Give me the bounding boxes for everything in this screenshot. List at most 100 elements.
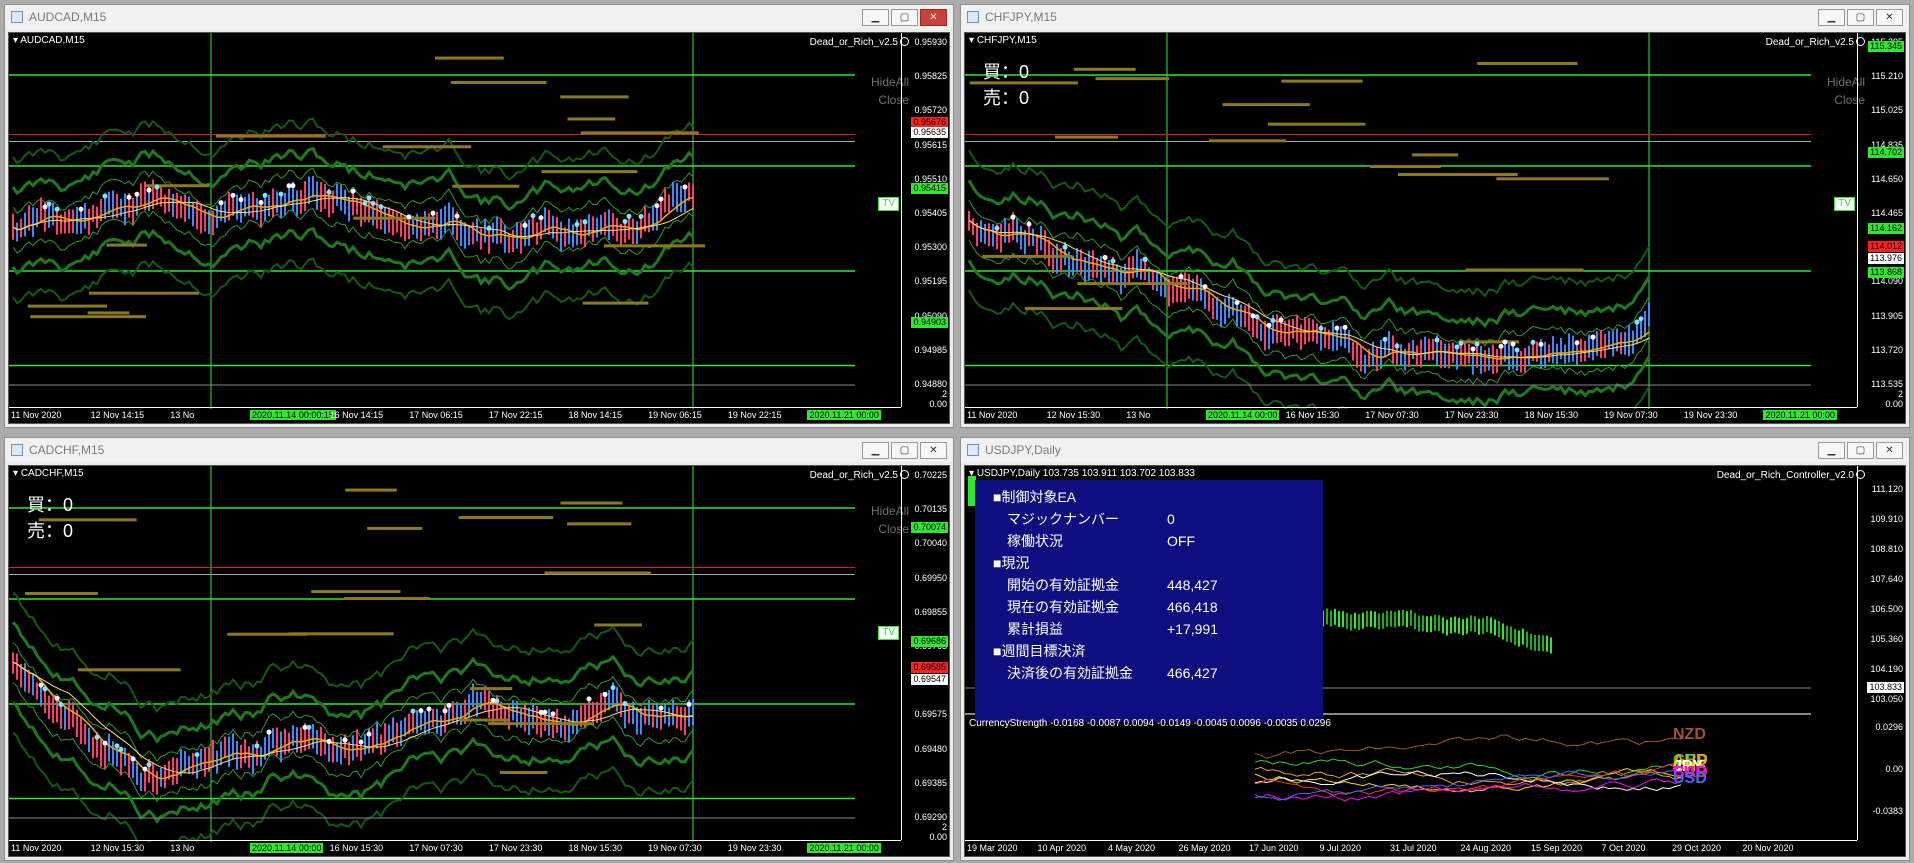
time-tick: 17 Nov 06:15 (409, 410, 463, 420)
window-audcad: AUDCAD,M15 ▁ ▢ ✕ ▾ AUDCAD,M15 Dead_or_Ri… (4, 4, 954, 428)
price-tick: 113.905 (1871, 310, 1903, 321)
trade-marker (306, 724, 312, 730)
time-axis: 11 Nov 2020 12 Nov 15:30 13 No 2020.11.14 0… (965, 407, 1857, 423)
price-tick: 0.69575 (914, 709, 947, 720)
time-tick: 11 Nov 2020 (11, 410, 62, 420)
chart-window-icon (967, 11, 979, 23)
trade-marker (1434, 337, 1440, 343)
price-tag: 115.345 (1868, 41, 1904, 52)
bollinger-band (11, 226, 695, 292)
maximize-button[interactable]: ▢ (1847, 441, 1874, 459)
start-equity-row: 開始の有効証拠金 448,427 (993, 574, 1323, 596)
bollinger-band (12, 257, 694, 321)
maximize-button[interactable]: ▢ (891, 441, 918, 459)
trade-marker (1574, 340, 1580, 346)
chart-window-icon (967, 444, 979, 456)
price-tick: 0.95930 (914, 37, 947, 47)
price-axis: 0.702250.701350.700400.699500.698550.697… (901, 466, 949, 842)
time-tick: 7 Oct 2020 (1601, 843, 1646, 853)
title-bar[interactable]: CHFJPY,M15 ▁ ▢ ✕ (961, 5, 1909, 29)
chart-window-icon (11, 444, 23, 456)
trade-marker (1634, 319, 1640, 325)
trade-marker (1110, 258, 1116, 264)
trade-marker (1318, 325, 1324, 331)
minimize-button[interactable]: ▁ (1818, 441, 1845, 459)
close-button[interactable]: ✕ (1876, 8, 1903, 26)
trade-marker (38, 682, 44, 688)
tv-button[interactable]: TV (878, 626, 899, 640)
resistance-bar (544, 571, 651, 575)
trade-marker (1250, 313, 1256, 319)
close-button[interactable]: ✕ (920, 441, 947, 459)
chart-symbol-text: CADCHF,M15 (20, 468, 84, 479)
maximize-button[interactable]: ▢ (891, 8, 918, 26)
time-tick: 19 Nov 07:30 (1604, 410, 1658, 420)
price-tick: 0.69950 (914, 572, 947, 583)
price-tick: 0.94985 (914, 344, 947, 355)
tv-button[interactable]: TV (1834, 197, 1855, 211)
trade-marker (626, 213, 632, 219)
currency-strength-line (1254, 734, 1682, 759)
chart-symbol-text: CHFJPY,M15 (976, 35, 1037, 46)
time-tick: 12 Nov 15:30 (90, 843, 145, 853)
time-tick: 17 Nov 07:30 (1365, 410, 1419, 420)
close-button[interactable]: ✕ (1876, 441, 1903, 459)
resistance-bar (106, 243, 147, 247)
chart-window-icon (11, 11, 23, 23)
price-tag: 113.976 (1868, 253, 1904, 264)
resistance-bar (1208, 139, 1287, 143)
time-tick: 9 Jul 2020 (1319, 843, 1362, 853)
chart-area[interactable]: ▾ USDJPY,Daily 103.735 103.911 103.702 1… (964, 465, 1906, 857)
chart-area[interactable]: ▾ AUDCAD,M15 Dead_or_Rich_v2.5 HideAll C… (8, 32, 950, 424)
time-tick: 29 Oct 2020 (1672, 843, 1722, 853)
price-tag: 103.833 (1867, 682, 1904, 693)
minimize-button[interactable]: ▁ (862, 441, 889, 459)
after-equity-label: 決済後の有効証拠金 (1007, 665, 1133, 681)
resistance-bar (1095, 77, 1170, 81)
title-bar[interactable]: CADCHF,M15 ▁ ▢ ✕ (5, 438, 953, 462)
tv-button[interactable]: TV (878, 197, 899, 211)
trade-marker (1590, 334, 1596, 340)
trade-marker (154, 184, 160, 190)
trade-marker (118, 747, 124, 753)
chart-area[interactable]: ▾ CHFJPY,M15 Dead_or_Rich_v2.5 買：0 売：0 H… (964, 32, 1906, 424)
magic-value: 0 (1167, 511, 1175, 527)
chart-symbol-label: ▾ CADCHF,M15 (13, 468, 84, 479)
price-tick: 113.535 (1871, 379, 1903, 389)
trade-marker (1010, 214, 1016, 220)
price-tick: 109.910 (1870, 514, 1903, 524)
window-usdjpy: USDJPY,Daily ▁ ▢ ✕ ▾ USDJPY,Daily 103.73… (960, 437, 1910, 861)
price-tick: 0.95195 (914, 276, 947, 287)
maximize-button[interactable]: ▢ (1847, 8, 1874, 26)
title-bar[interactable]: USDJPY,Daily ▁ ▢ ✕ (961, 438, 1909, 462)
trade-marker (1382, 336, 1388, 342)
trade-marker (1470, 346, 1476, 352)
trade-marker (410, 708, 416, 714)
trade-marker (1278, 317, 1284, 323)
title-bar[interactable]: AUDCAD,M15 ▁ ▢ ✕ (5, 5, 953, 29)
time-tick: 20 Nov 2020 (1742, 843, 1794, 853)
resistance-bar (311, 590, 401, 594)
ea-name: Dead_or_Rich_Controller_v2.0 (1716, 470, 1854, 481)
resistance-bar (1281, 79, 1363, 83)
resistance-bar (27, 304, 108, 308)
price-tick: 0.95300 (914, 242, 947, 253)
price-tick: 0.95405 (914, 208, 947, 218)
current-equity-label: 現在の有効証拠金 (1007, 599, 1119, 615)
time-tick: 15 Sep 2020 (1531, 843, 1583, 853)
close-button[interactable]: ✕ (920, 8, 947, 26)
price-tag: 0.69547 (911, 674, 948, 685)
time-tick: 19 Nov 23:30 (727, 843, 782, 853)
chart-area[interactable]: ▾ CADCHF,M15 Dead_or_Rich_v2.5 買：0 売：0 H… (8, 465, 950, 857)
trade-marker (654, 203, 660, 209)
minimize-button[interactable]: ▁ (862, 8, 889, 26)
bollinger-band (12, 591, 694, 713)
time-tick: 26 May 2020 (1178, 843, 1231, 853)
minimize-button[interactable]: ▁ (1818, 8, 1845, 26)
trade-marker (142, 766, 148, 772)
trade-marker (130, 756, 136, 762)
time-tick: 2020.11.14 00:00 (249, 843, 324, 853)
trade-marker (622, 701, 628, 707)
resistance-bar (541, 170, 638, 174)
trade-marker (42, 686, 48, 692)
